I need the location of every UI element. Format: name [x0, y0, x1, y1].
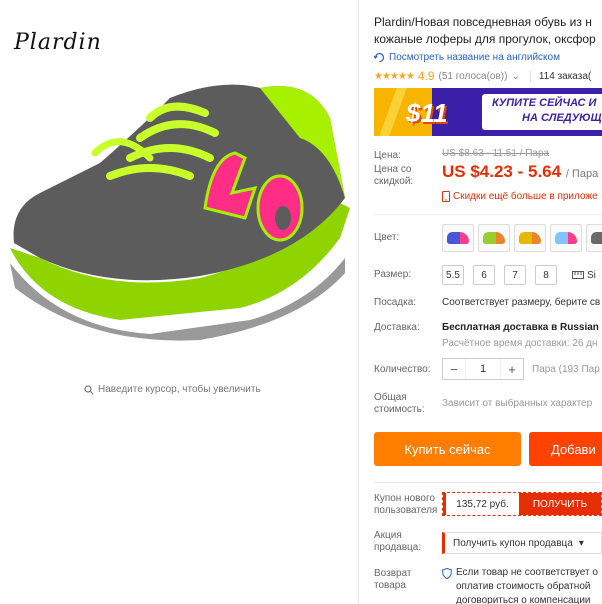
- get-coupon-button[interactable]: ПОЛУЧИТЬ: [519, 493, 601, 515]
- delivery-value[interactable]: Бесплатная доставка в Russian: [442, 322, 599, 333]
- quantity-stepper: − 1 +: [442, 358, 524, 380]
- shoe-thumbnail-icon: [555, 232, 577, 244]
- quantity-plus-button[interactable]: +: [501, 362, 523, 377]
- chevron-down-icon[interactable]: ⌄: [511, 71, 519, 82]
- sale-price: US $4.23 - 5.64 / Пара: [442, 162, 599, 181]
- size-option[interactable]: 6: [473, 265, 495, 285]
- discount-price-label: Цена со скидкой:: [374, 164, 414, 187]
- fit-value: Соответствует размеру, берите св: [442, 297, 601, 308]
- promo-banner[interactable]: $11 КУПИТЕ СЕЙЧАС И НА СЛЕДУЮЩ: [374, 88, 602, 136]
- product-title: Plardin/Новая повседневная обувь из н ко…: [374, 15, 596, 46]
- color-swatch-blue-pink-light[interactable]: [550, 224, 582, 252]
- buy-now-button[interactable]: Купить сейчас: [374, 432, 521, 466]
- rating-row[interactable]: ★★★★★ 4.9 (51 голоса(ов)) ⌄ 114 заказа(: [374, 69, 591, 83]
- quantity-minus-button[interactable]: −: [443, 362, 465, 377]
- orders-count: 114 заказа(: [529, 70, 591, 82]
- product-image[interactable]: [0, 58, 360, 348]
- shield-icon: [442, 568, 452, 579]
- quantity-input[interactable]: 1: [465, 359, 501, 379]
- shoe-thumbnail-icon: [591, 232, 602, 244]
- size-option[interactable]: 7: [504, 265, 526, 285]
- votes-count[interactable]: (51 голоса(ов)): [439, 71, 508, 82]
- size-option[interactable]: 5.5: [442, 265, 464, 285]
- size-label: Размер:: [374, 269, 412, 280]
- divider: [374, 214, 602, 215]
- coupon-amount: 135,72 руб.: [443, 493, 519, 515]
- color-swatch-green-orange[interactable]: [478, 224, 510, 252]
- quantity-label: Количество:: [374, 364, 431, 375]
- translate-link[interactable]: Посмотреть название на английском: [374, 52, 560, 63]
- return-label: Возврат товара: [374, 568, 412, 591]
- translate-icon: [374, 52, 385, 63]
- zoom-hint: Наведите курсор, чтобы увеличить: [84, 384, 261, 395]
- add-to-cart-button[interactable]: Добави: [529, 432, 602, 466]
- total-value: Зависит от выбранных характер: [442, 398, 593, 409]
- product-gallery: Plardin Наведите курсор, чтобы увеличить: [0, 0, 360, 604]
- stock-info: Пара (193 Пар: [532, 364, 600, 375]
- color-swatch-yellow-orange[interactable]: [514, 224, 546, 252]
- banner-price: $11: [406, 98, 448, 128]
- ruler-icon: [572, 271, 584, 279]
- seller-promo-label: Акция продавца:: [374, 530, 422, 553]
- search-icon: [84, 384, 94, 394]
- fit-label: Посадка:: [374, 297, 417, 308]
- total-label: Общая стоимость:: [374, 392, 425, 415]
- price-label: Цена:: [374, 150, 401, 161]
- shoe-thumbnail-icon: [483, 232, 505, 244]
- new-user-coupon-label: Купон нового пользователя: [374, 493, 438, 516]
- star-rating-icon: ★★★★★: [374, 70, 415, 82]
- color-label: Цвет:: [374, 232, 400, 243]
- banner-line2: НА СЛЕДУЮЩ: [522, 112, 602, 124]
- app-discount-link[interactable]: Скидки ещё больше в приложе: [442, 191, 598, 202]
- phone-icon: [442, 191, 450, 202]
- chevron-down-icon: ▾: [578, 537, 584, 549]
- color-swatches: [442, 224, 602, 252]
- delivery-eta: Расчётное время доставки: 26 дн: [442, 338, 598, 349]
- new-user-coupon: 135,72 руб. ПОЛУЧИТЬ: [442, 492, 602, 516]
- banner-line1: КУПИТЕ СЕЙЧАС И: [492, 97, 597, 109]
- rating-value: 4.9: [417, 69, 435, 83]
- color-swatch-blue-pink[interactable]: [442, 224, 474, 252]
- color-swatch-grey-green[interactable]: [586, 224, 602, 252]
- divider: [358, 0, 359, 604]
- size-options: 5.5 6 7 8 Si: [442, 265, 596, 285]
- shoe-thumbnail-icon: [447, 232, 469, 244]
- return-policy: Если товар не соответствует о оплатив ст…: [442, 566, 598, 604]
- product-info: Plardin/Новая повседневная обувь из н ко…: [374, 0, 602, 604]
- size-option[interactable]: 8: [535, 265, 557, 285]
- seller-coupon-select[interactable]: Получить купон продавца ▾: [442, 532, 602, 554]
- size-chart-link[interactable]: Si: [572, 265, 596, 285]
- brand-logo: Plardin: [14, 30, 102, 55]
- divider: [374, 482, 602, 483]
- delivery-label: Доставка:: [374, 322, 420, 333]
- original-price: US $8.63 - 11.51 / Пара: [442, 148, 550, 159]
- shoe-thumbnail-icon: [519, 232, 541, 244]
